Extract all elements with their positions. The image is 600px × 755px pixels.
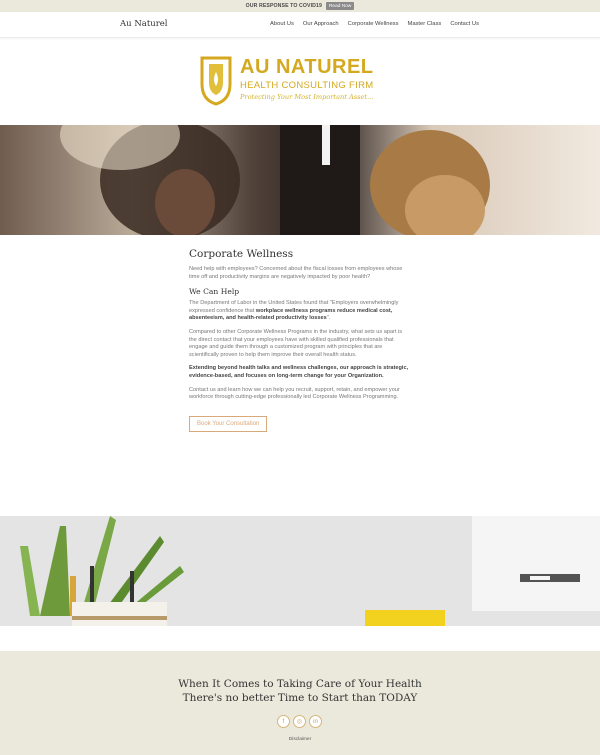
intro-paragraph: Need help with employees? Concerned abou…	[189, 266, 403, 280]
nav-menu: About Us Our Approach Corporate Wellness…	[270, 21, 479, 27]
social-links: f ◎ in	[277, 715, 322, 728]
corporate-wellness-section: Corporate Wellness Need help with employ…	[189, 248, 409, 432]
nav-item-master-class[interactable]: Master Class	[407, 21, 441, 27]
announcement-bar: OUR RESPONSE TO COVID19 Read Now	[0, 0, 600, 12]
desk-photo	[0, 516, 600, 626]
nav-item-contact-us[interactable]: Contact Us	[450, 21, 479, 27]
logo-emblem-icon	[200, 56, 232, 106]
footer-headline: When It Comes to Taking Care of Your Hea…	[0, 677, 600, 705]
hero-image	[0, 125, 600, 235]
logo-subtitle: HEALTH CONSULTING FIRM	[240, 80, 374, 91]
read-now-button[interactable]: Read Now	[325, 2, 355, 10]
main-nav: Au Naturel About Us Our Approach Corpora…	[0, 12, 600, 38]
announcement-text: OUR RESPONSE TO COVID19	[245, 3, 322, 9]
hero-photo	[0, 125, 600, 235]
approach-paragraph: Extending beyond health talks and wellne…	[189, 365, 409, 379]
section-subtitle: We Can Help	[189, 287, 240, 297]
nav-item-about-us[interactable]: About Us	[270, 21, 294, 27]
footer: When It Comes to Taking Care of Your Hea…	[0, 651, 600, 755]
footer-headline-line2: There's no better Time to Start than TOD…	[182, 692, 418, 704]
comparison-paragraph: Compared to other Corporate Wellness Pro…	[189, 328, 403, 358]
facebook-icon[interactable]: f	[277, 715, 290, 728]
logo-name: AU NATUREL	[240, 56, 374, 78]
page-title: Corporate Wellness	[189, 248, 294, 260]
instagram-icon[interactable]: ◎	[293, 715, 306, 728]
nav-item-corporate-wellness[interactable]: Corporate Wellness	[348, 21, 399, 27]
desk-image	[0, 516, 600, 626]
company-logo: AU NATUREL HEALTH CONSULTING FIRM Protec…	[196, 54, 406, 110]
dol-text-end: ".	[326, 315, 331, 322]
book-consultation-button[interactable]: Book Your Consultation	[189, 415, 268, 432]
nav-item-our-approach[interactable]: Our Approach	[303, 21, 339, 27]
linkedin-icon[interactable]: in	[309, 715, 322, 728]
logo-tagline: Protecting Your Most Important Asset...	[240, 93, 374, 101]
dol-paragraph: The Department of Labor in the United St…	[189, 300, 409, 323]
contact-paragraph: Contact us and learn how we can help you…	[189, 386, 400, 401]
footer-headline-line1: When It Comes to Taking Care of Your Hea…	[178, 678, 422, 690]
disclaimer-link[interactable]: Disclaimer	[0, 737, 600, 742]
site-brand[interactable]: Au Naturel	[120, 19, 168, 29]
